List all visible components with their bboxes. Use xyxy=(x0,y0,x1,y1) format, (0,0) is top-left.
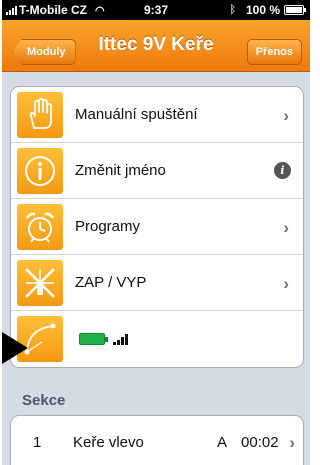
menu-item-manual-start[interactable]: Manuální spuštění › xyxy=(11,87,303,143)
bluetooth-icon: ᛒ xyxy=(229,4,236,16)
chevron-right-icon: › xyxy=(283,274,289,293)
app-screen: T-Mobile CZ ◠ 9:37 ᛒ 100 % Moduly Ittec … xyxy=(2,0,310,465)
section-time: 00:02 xyxy=(241,434,279,451)
chevron-right-icon: › xyxy=(289,433,295,452)
section-row[interactable]: 1 Keře vlevo A 00:02 › xyxy=(11,416,303,465)
alarm-clock-icon xyxy=(17,203,63,250)
module-signal-icon xyxy=(113,333,128,345)
chevron-right-icon: › xyxy=(283,218,289,237)
hand-icon xyxy=(17,91,63,138)
section-header: Sekce xyxy=(22,392,66,409)
info-badge-icon[interactable]: i xyxy=(274,162,291,179)
section-letter: A xyxy=(217,434,228,451)
pointer-arrow-icon xyxy=(2,332,28,364)
section-name: Keře vlevo xyxy=(73,434,144,451)
battery-percent: 100 % xyxy=(245,3,280,17)
section-list: 1 Keře vlevo A 00:02 › xyxy=(10,415,304,465)
menu-item-label: ZAP / VYP xyxy=(75,274,147,291)
info-icon xyxy=(17,147,63,194)
module-status-row xyxy=(11,311,303,367)
menu-item-on-off[interactable]: ZAP / VYP › xyxy=(11,255,303,311)
transfer-button[interactable]: Přenos xyxy=(246,39,302,65)
menu-item-label: Programy xyxy=(75,218,141,235)
navigation-bar: Moduly Ittec 9V Keře Přenos xyxy=(2,20,310,72)
menu-item-label: Manuální spuštění xyxy=(75,106,198,123)
module-battery-icon xyxy=(79,333,108,345)
menu-group: Manuální spuštění › Změnit jméno i Progr… xyxy=(10,86,304,368)
battery-icon xyxy=(284,5,306,15)
section-number: 1 xyxy=(33,434,42,451)
menu-item-label: Změnit jméno xyxy=(75,162,166,179)
status-bar: T-Mobile CZ ◠ 9:37 ᛒ 100 % xyxy=(2,0,310,20)
menu-item-rename[interactable]: Změnit jméno i xyxy=(11,143,303,199)
chevron-right-icon: › xyxy=(283,106,289,125)
menu-item-programs[interactable]: Programy › xyxy=(11,199,303,255)
sprinkler-off-icon xyxy=(17,259,63,306)
battery-status: ᛒ 100 % xyxy=(229,3,306,17)
